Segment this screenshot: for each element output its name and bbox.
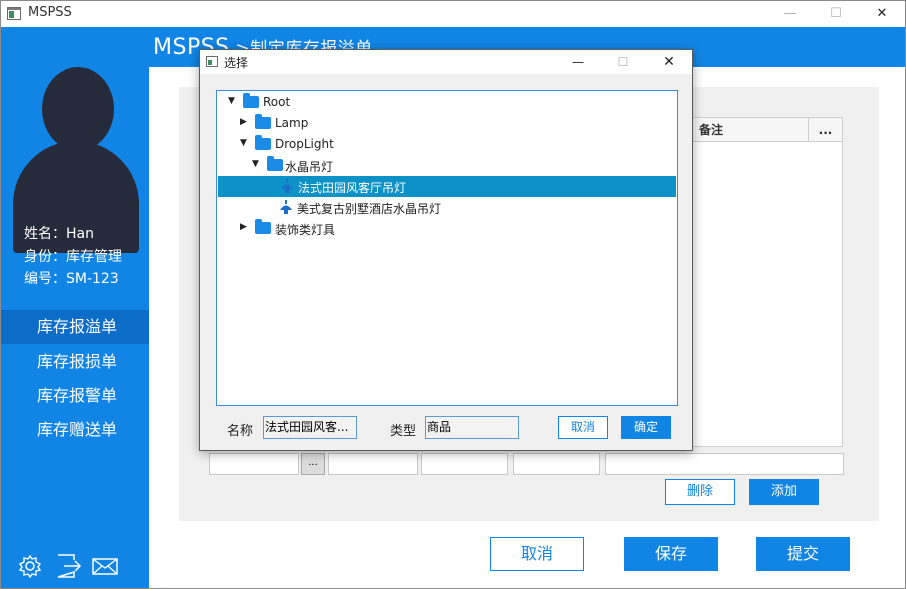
tree-node-label: 美式复古别墅酒店水晶吊灯 [297, 202, 442, 216]
settings-icon[interactable] [17, 554, 45, 578]
tree-node-item-selected[interactable]: 法式田园风客厅吊灯 [218, 176, 676, 197]
field-input-2[interactable] [328, 453, 418, 475]
tree-node-item[interactable]: 美式复古别墅酒店水晶吊灯 [217, 197, 677, 218]
select-dialog: 选择 — ☐ ✕ ▼ Root ▶ Lamp ▼ DropLight ▼ 水晶吊… [199, 49, 693, 451]
submit-button[interactable]: 提交 [756, 537, 850, 571]
window-title: MSPSS [28, 5, 72, 20]
main-window: MSPSS — ☐ ✕ MSPSS >制定库存报溢单 姓名：Han 身份：库存管… [0, 0, 906, 589]
cancel-button[interactable]: 取消 [490, 537, 584, 571]
dialog-app-icon [206, 56, 218, 67]
dialog-confirm-button[interactable]: 确定 [621, 416, 671, 439]
tree-node-label: 法式田园风客厅吊灯 [298, 181, 407, 195]
field-input-4[interactable] [513, 453, 600, 475]
tree-node-decor[interactable]: ▶ 装饰类灯具 [217, 218, 677, 239]
dialog-cancel-button[interactable]: 取消 [558, 416, 608, 439]
category-tree[interactable]: ▼ Root ▶ Lamp ▼ DropLight ▼ 水晶吊灯 法式田园风客厅… [216, 90, 678, 406]
collapse-arrow-icon[interactable]: ▶ [240, 222, 247, 232]
tree-node-label: DropLight [275, 137, 334, 151]
user-id: 编号：SM-123 [24, 271, 119, 287]
tree-node-label: Root [263, 95, 291, 109]
folder-icon [267, 156, 283, 171]
lamp-icon [281, 179, 293, 193]
sidebar: 姓名：Han 身份：库存管理 编号：SM-123 库存报溢单 库存报损单 库存报… [1, 67, 149, 588]
sidebar-item-gift[interactable]: 库存赠送单 [1, 413, 149, 447]
title-bar: MSPSS — ☐ ✕ [1, 1, 905, 27]
collapse-arrow-icon[interactable]: ▶ [240, 117, 247, 127]
dialog-title: 选择 [224, 56, 249, 70]
close-button[interactable]: ✕ [859, 1, 905, 27]
maximize-button[interactable]: ☐ [813, 1, 859, 27]
tree-node-label: 装饰类灯具 [275, 223, 336, 237]
name-label: 名称 [227, 424, 254, 439]
app-icon [7, 7, 21, 20]
add-button[interactable]: 添加 [749, 479, 819, 505]
type-field[interactable]: 商品 [425, 416, 519, 439]
sidebar-item-loss[interactable]: 库存报损单 [1, 345, 149, 379]
sidebar-item-alarm[interactable]: 库存报警单 [1, 379, 149, 413]
dialog-title-bar: 选择 — ☐ ✕ [200, 50, 692, 74]
folder-icon [243, 93, 259, 108]
dialog-close-button[interactable]: ✕ [646, 50, 692, 74]
user-name: 姓名：Han [24, 226, 94, 242]
field-input-3[interactable] [421, 453, 508, 475]
tree-node-crystal[interactable]: ▼ 水晶吊灯 [217, 155, 677, 176]
expand-arrow-icon[interactable]: ▼ [228, 96, 235, 106]
table-header-note[interactable]: 备注 [688, 118, 808, 142]
minimize-button[interactable]: — [767, 1, 813, 27]
folder-icon [255, 219, 271, 234]
folder-icon [255, 135, 271, 150]
lamp-icon [280, 200, 292, 214]
mail-icon[interactable] [91, 554, 119, 578]
expand-arrow-icon[interactable]: ▼ [252, 159, 259, 169]
logout-icon[interactable] [55, 554, 83, 578]
delete-button[interactable]: 删除 [665, 479, 735, 505]
expand-arrow-icon[interactable]: ▼ [240, 138, 247, 148]
avatar [42, 67, 114, 151]
tree-node-lamp[interactable]: ▶ Lamp [217, 113, 677, 134]
sidebar-item-overflow[interactable]: 库存报溢单 [1, 310, 149, 344]
table-header-more[interactable]: ... [808, 118, 842, 142]
dialog-maximize-button[interactable]: ☐ [600, 50, 646, 74]
tree-node-root[interactable]: ▼ Root [217, 92, 677, 113]
tree-node-droplight[interactable]: ▼ DropLight [217, 134, 677, 155]
user-role: 身份：库存管理 [24, 249, 122, 265]
folder-icon [255, 114, 271, 129]
tree-node-label: Lamp [275, 116, 309, 130]
note-input[interactable] [605, 453, 844, 475]
choose-goods-button[interactable]: ... [301, 453, 325, 475]
tree-node-label: 水晶吊灯 [285, 160, 334, 174]
type-label: 类型 [390, 424, 417, 439]
name-field[interactable]: 法式田园风客... [263, 416, 357, 439]
goods-input[interactable] [209, 453, 299, 475]
save-button[interactable]: 保存 [624, 537, 718, 571]
dialog-minimize-button[interactable]: — [555, 50, 601, 74]
